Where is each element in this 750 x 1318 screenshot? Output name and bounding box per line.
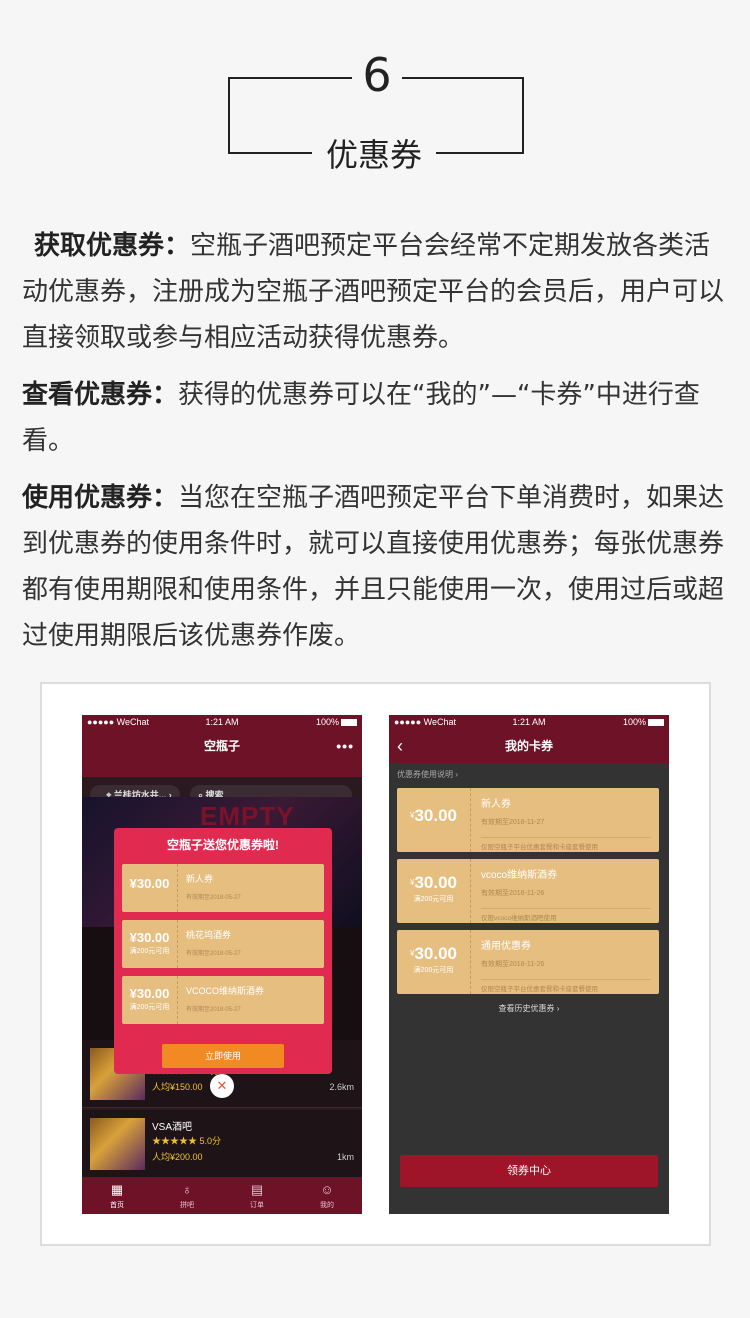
glasses-icon: ♁ <box>182 1182 192 1197</box>
coupon-card[interactable]: ¥30.00 新人券 有效期至2018-05-27 <box>122 864 324 912</box>
more-icon[interactable]: ••• <box>336 729 354 763</box>
paragraph-label: 查看优惠券： <box>22 380 179 410</box>
profile-icon: ☺ <box>320 1182 334 1197</box>
use-now-button[interactable]: 立即使用 <box>162 1044 284 1068</box>
nav-bar: 空瓶子 ••• ⌖ 兰桂坊水井... › ⌕ 搜索 <box>82 729 362 805</box>
status-bar: ●●●●● WeChat 1:21 AM 100% <box>389 715 669 729</box>
back-icon[interactable]: ‹ <box>397 729 403 763</box>
tab-bar: ▦ 首页 ♁ 拼吧 ▤ 订单 ☺ 我的 <box>82 1178 362 1214</box>
tab-mine[interactable]: ☺ 我的 <box>292 1182 362 1210</box>
section-title: 优惠券 <box>325 136 422 174</box>
phone-home-screen: ●●●●● WeChat 1:21 AM 100% 空瓶子 ••• ⌖ 兰桂坊水… <box>82 715 362 1214</box>
paragraph-label: 获取优惠券： <box>34 231 191 261</box>
list-item[interactable]: VSA酒吧 ★★★★★ 5.0分 人均¥200.00 1km <box>82 1110 362 1178</box>
coupon-popup: 空瓶子送您优惠券啦! ¥30.00 新人券 有效期至2018-05-27 ¥30… <box>114 828 332 1074</box>
coupon-card[interactable]: ¥30.00 新人券 有效期至2018-11-27 仅限空瓶子平台优惠套餐和卡座… <box>397 788 659 852</box>
home-icon: ▦ <box>110 1182 124 1197</box>
history-coupons-link[interactable]: 查看历史优惠券 › <box>389 1003 669 1014</box>
paragraph-use-coupons: 使用优惠券：当您在空瓶子酒吧预定平台下单消费时，如果达到优惠券的使用条件时，就可… <box>22 475 732 659</box>
paragraph-label: 使用优惠券： <box>22 483 179 513</box>
nav-bar: ‹ 我的卡券 <box>389 729 669 763</box>
battery-icon <box>341 719 357 727</box>
battery-icon <box>648 719 664 727</box>
section-header: 6 优惠券 <box>0 0 750 180</box>
nav-title: 我的卡券 <box>504 739 553 753</box>
bar-thumbnail <box>90 1118 145 1170</box>
coupon-card[interactable]: ¥30.00 满200元可用 通用优惠券 有效期至2018-11-26 仅限空瓶子… <box>397 930 659 994</box>
status-bar: ●●●●● WeChat 1:21 AM 100% <box>82 715 362 729</box>
coupon-card[interactable]: ¥30.00 满200元可用 vcoco维纳斯酒券 有效期至2018-11-26 … <box>397 859 659 923</box>
close-icon[interactable]: ✕ <box>210 1074 234 1098</box>
paragraph-view-coupons: 查看优惠券：获得的优惠券可以在“我的”—“卡券”中进行查看。 <box>22 372 732 464</box>
popup-title: 空瓶子送您优惠券啦! <box>167 838 279 852</box>
coupon-card[interactable]: ¥30.00 满200元可用 桃花坞酒券 有效期至2018-05-27 <box>122 920 324 968</box>
tab-home[interactable]: ▦ 首页 <box>82 1182 152 1210</box>
phone-coupons-screen: ●●●●● WeChat 1:21 AM 100% ‹ 我的卡券 优惠券使用说明… <box>389 715 669 1214</box>
tab-group[interactable]: ♁ 拼吧 <box>152 1182 222 1210</box>
order-icon: ▤ <box>250 1182 264 1197</box>
nav-title: 空瓶子 <box>203 739 240 753</box>
section-number: 6 <box>362 48 392 102</box>
coupon-card[interactable]: ¥30.00 满200元可用 VCOCO维纳斯酒券 有效期至2018-05-27 <box>122 976 324 1024</box>
paragraph-get-coupons: 获取优惠券：空瓶子酒吧预定平台会经常不定期发放各类活动优惠券，注册成为空瓶子酒吧… <box>22 223 732 361</box>
coupon-center-button[interactable]: 领券中心 <box>400 1155 658 1187</box>
coupon-help-link[interactable]: 优惠券使用说明 › <box>397 769 458 780</box>
tab-orders[interactable]: ▤ 订单 <box>222 1182 292 1210</box>
